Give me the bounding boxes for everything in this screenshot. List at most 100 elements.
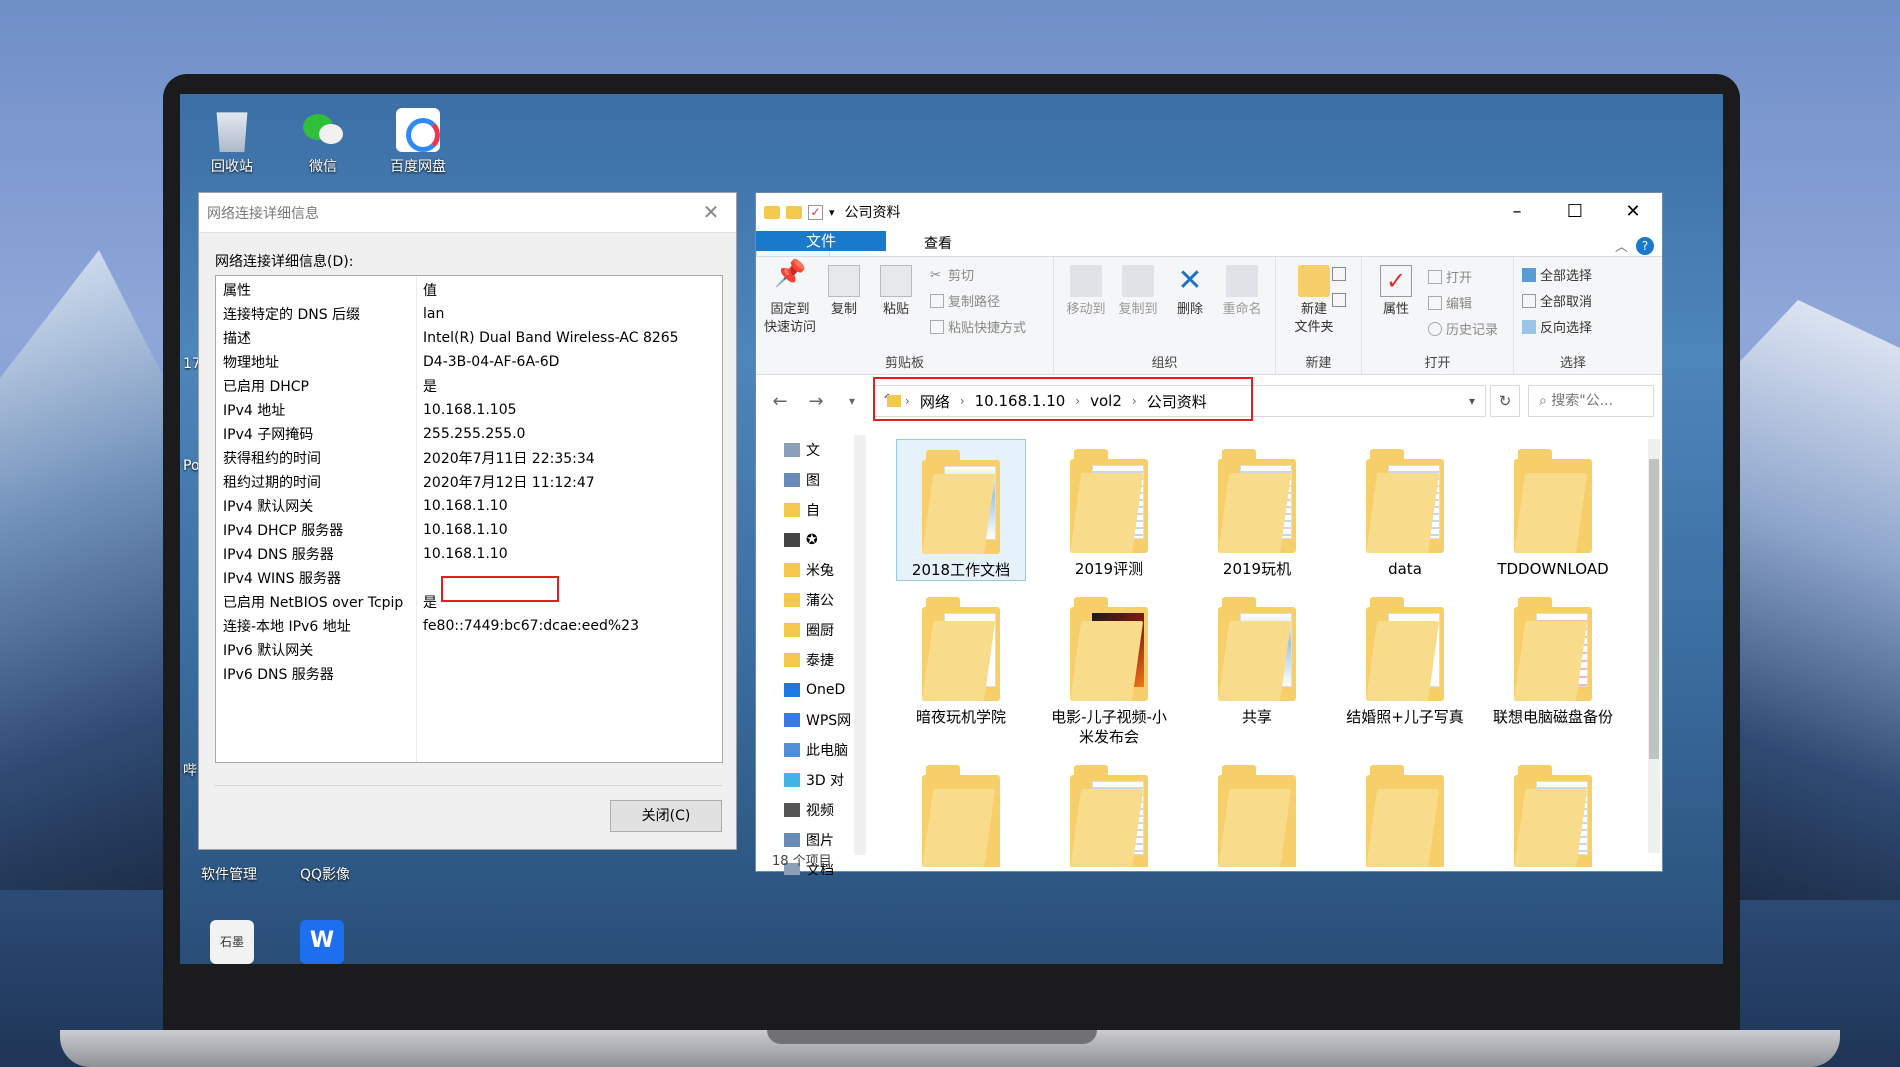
refresh-button[interactable]: ↻: [1490, 385, 1520, 417]
nav-item[interactable]: 圈厨: [756, 615, 866, 645]
maximize-button[interactable]: ☐: [1546, 193, 1604, 231]
nav-item[interactable]: ✪: [756, 525, 866, 555]
copy-icon: [828, 265, 860, 297]
history-button[interactable]: 历史记录: [1428, 319, 1498, 338]
nav-item[interactable]: 泰捷: [756, 645, 866, 675]
nav-item[interactable]: 图: [756, 465, 866, 495]
close-button[interactable]: 关闭(C): [610, 800, 722, 832]
details-row[interactable]: IPv4 DNS 服务器 10.168.1.10: [216, 542, 722, 566]
tab-view[interactable]: 查看: [902, 231, 974, 256]
recent-chevron-icon[interactable]: ▾: [840, 394, 864, 408]
copy-to-button[interactable]: 复制到: [1110, 265, 1166, 319]
rename-button[interactable]: 重命名: [1214, 265, 1270, 319]
paste-shortcut-button[interactable]: 粘贴快捷方式: [930, 317, 1026, 336]
desktop-icon-baidu-netdisk[interactable]: 百度网盘: [373, 108, 463, 176]
folder-item[interactable]: 2019评测: [1044, 439, 1174, 579]
folder-item[interactable]: 电影-儿子视频-小米发布会: [1044, 587, 1174, 747]
desktop-icon-wps[interactable]: [277, 920, 367, 964]
details-row[interactable]: IPv4 默认网关 10.168.1.10: [216, 494, 722, 518]
folder-item[interactable]: 暗夜玩机学院: [896, 587, 1026, 727]
desktop-icon-shimo[interactable]: 石墨: [187, 920, 277, 964]
tab-file[interactable]: 文件: [756, 231, 886, 251]
file-list[interactable]: 2018工作文档 2019评测 2019玩机 data TDDOWNLOAD 暗夜玩机学院…: [896, 439, 1636, 867]
folder-item[interactable]: 图片: [1192, 755, 1322, 867]
details-row[interactable]: 租约过期的时间 2020年7月12日 11:12:47: [216, 470, 722, 494]
details-row[interactable]: IPv4 地址 10.168.1.105: [216, 398, 722, 422]
new-item-icon[interactable]: [1332, 267, 1346, 281]
desktop-icon-recycle-bin[interactable]: 回收站: [187, 108, 277, 176]
nav-item[interactable]: 米兔: [756, 555, 866, 585]
forward-arrow-icon[interactable]: →: [804, 391, 828, 412]
collapse-ribbon-icon[interactable]: ︿: [1615, 236, 1628, 255]
details-row[interactable]: IPv6 默认网关: [216, 638, 722, 662]
details-row[interactable]: IPv4 DHCP 服务器 10.168.1.10: [216, 518, 722, 542]
move-to-button[interactable]: 移动到: [1058, 265, 1114, 319]
pin-quick-access-button[interactable]: 📌 固定到 快速访问: [762, 261, 818, 337]
details-list[interactable]: 属性 值 连接特定的 DNS 后缀 lan 描述 Intel(R) Dual Band…: [215, 275, 723, 763]
copy-path-icon: [930, 293, 944, 308]
property-name: IPv4 地址: [223, 403, 286, 419]
search-input[interactable]: ⌕ 搜索"公...: [1528, 385, 1654, 417]
new-folder-icon[interactable]: [786, 205, 802, 219]
nav-item-label: 圈厨: [806, 623, 834, 639]
desktop-icon-wechat[interactable]: 微信: [278, 108, 368, 176]
column-header-value[interactable]: 值: [416, 280, 437, 300]
folder-item[interactable]: TDDOWNLOAD: [1488, 439, 1618, 579]
property-name: IPv4 WINS 服务器: [223, 571, 341, 587]
nav-item[interactable]: 蒲公: [756, 585, 866, 615]
chevron-down-icon[interactable]: ▾: [829, 206, 835, 219]
nav-item[interactable]: 3D 对: [756, 765, 866, 795]
desktop-icon-qq-image[interactable]: QQ影像: [280, 864, 370, 884]
folder-item[interactable]: 文档: [1340, 755, 1470, 867]
details-row[interactable]: 物理地址 D4-3B-04-AF-6A-6D: [216, 350, 722, 374]
cut-button[interactable]: ✂ 剪切: [930, 265, 974, 285]
details-row[interactable]: 描述 Intel(R) Dual Band Wireless-AC 8265: [216, 326, 722, 350]
back-arrow-icon[interactable]: ←: [768, 391, 792, 412]
copy-button[interactable]: 复制: [816, 265, 872, 319]
details-row[interactable]: 已启用 DHCP 是: [216, 374, 722, 398]
folder-item[interactable]: 共享: [1192, 587, 1322, 727]
close-icon[interactable]: ✕: [698, 199, 724, 225]
close-button[interactable]: ✕: [1604, 193, 1662, 231]
navigation-pane[interactable]: 文图自✪米兔蒲公圈厨泰捷OneDWPS网此电脑3D 对视频图片文档下载: [756, 435, 866, 875]
scrollbar-thumb[interactable]: [1649, 459, 1659, 759]
chevron-down-icon[interactable]: ▾: [1469, 394, 1475, 408]
invert-selection-button[interactable]: 反向选择: [1522, 317, 1592, 336]
nav-item[interactable]: 视频: [756, 795, 866, 825]
details-row[interactable]: 连接特定的 DNS 后缀 lan: [216, 302, 722, 326]
nav-item[interactable]: 自: [756, 495, 866, 525]
nav-item[interactable]: WPS网: [756, 705, 866, 735]
details-row[interactable]: IPv6 DNS 服务器: [216, 662, 722, 686]
folder-item[interactable]: 下载: [1488, 755, 1618, 867]
properties-button[interactable]: ✓ 属性: [1368, 265, 1424, 319]
nav-scrollbar[interactable]: [854, 435, 866, 855]
details-row[interactable]: 获得租约的时间 2020年7月11日 22:35:34: [216, 446, 722, 470]
minimize-button[interactable]: –: [1488, 193, 1546, 231]
paste-button[interactable]: 粘贴: [868, 265, 924, 319]
onedrive-icon: [784, 683, 800, 697]
open-button[interactable]: 打开: [1428, 267, 1472, 286]
details-row[interactable]: IPv4 子网掩码 255.255.255.0: [216, 422, 722, 446]
folder-item[interactable]: 2019玩机: [1192, 439, 1322, 579]
nav-item[interactable]: OneD: [756, 675, 866, 705]
picture-icon: [784, 833, 800, 847]
folder-item[interactable]: 2018工作文档: [896, 439, 1026, 581]
details-row[interactable]: 连接-本地 IPv6 地址 fe80::7449:bc67:dcae:eed%23: [216, 614, 722, 638]
nav-item[interactable]: 此电脑: [756, 735, 866, 765]
delete-button[interactable]: ✕ 删除: [1162, 265, 1218, 319]
folder-item[interactable]: 结婚照+儿子写真: [1340, 587, 1470, 727]
folder-item[interactable]: 视频: [896, 755, 1026, 867]
easy-access-icon[interactable]: [1332, 293, 1346, 307]
select-all-button[interactable]: 全部选择: [1522, 265, 1592, 284]
select-none-button[interactable]: 全部取消: [1522, 291, 1592, 310]
properties-check-icon[interactable]: ✓: [808, 204, 823, 220]
nav-item[interactable]: 文: [756, 435, 866, 465]
column-header-property[interactable]: 属性: [216, 280, 416, 300]
help-icon[interactable]: ?: [1636, 237, 1654, 255]
folder-item[interactable]: 腾讯QQ空间-PSD-PNG: [1044, 755, 1174, 867]
folder-item[interactable]: data: [1340, 439, 1470, 579]
edit-button[interactable]: 编辑: [1428, 293, 1472, 312]
folder-item[interactable]: 联想电脑磁盘备份: [1488, 587, 1618, 727]
desktop-icon-software-manager[interactable]: 软件管理: [184, 864, 274, 884]
copy-path-button[interactable]: 复制路径: [930, 291, 1000, 310]
